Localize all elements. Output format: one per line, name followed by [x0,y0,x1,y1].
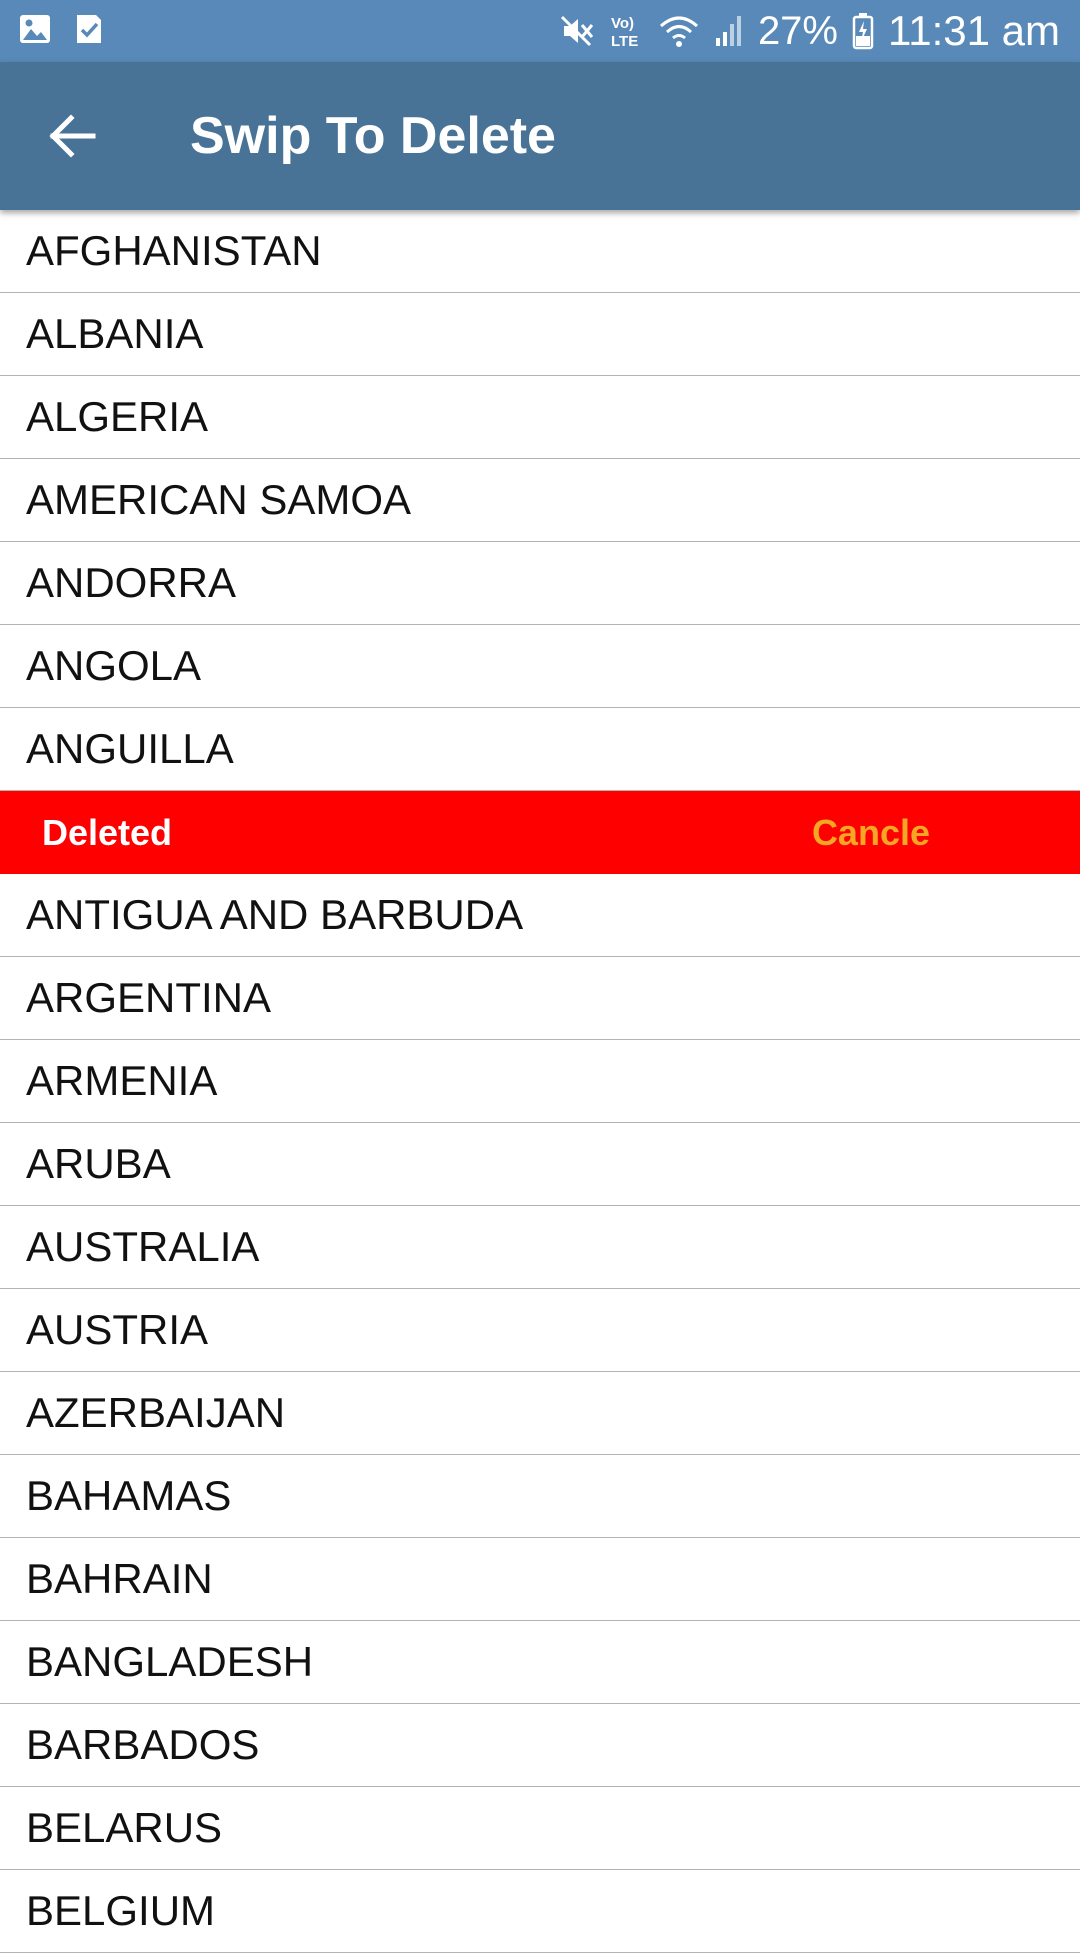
list-item[interactable]: ANTIGUA AND BARBUDA [0,874,1080,957]
battery-percent: 27% [757,8,838,53]
list-item-label: AUSTRALIA [26,1223,260,1270]
list-item-label: ALGERIA [26,393,209,440]
svg-text:Vo): Vo) [611,15,634,32]
list-item[interactable]: ARMENIA [0,1040,1080,1123]
app-bar: Swip To Delete [0,62,1080,210]
list-item-label: AZERBAIJAN [26,1389,286,1436]
list-item-label: ANTIGUA AND BARBUDA [26,891,524,938]
mute-icon [560,14,596,48]
list-item-label: ALBANIA [26,310,204,357]
list-item-label: ARMENIA [26,1057,218,1104]
list-item-label: ANGOLA [26,642,202,689]
list-item[interactable]: BANGLADESH [0,1621,1080,1704]
list-item-label: BARBADOS [26,1721,260,1768]
list-item-label: ANDORRA [26,559,237,606]
list-item[interactable]: AUSTRALIA [0,1206,1080,1289]
gallery-icon [18,12,52,46]
list-item-label: BELGIUM [26,1887,216,1934]
volte-icon: Vo) LTE [610,12,644,50]
list-item-label: ARGENTINA [26,974,272,1021]
status-right-icons: Vo) LTE 27% 11:31 am [560,0,1060,62]
list-item-label: AUSTRIA [26,1306,209,1353]
list-item[interactable]: AZERBAIJAN [0,1372,1080,1455]
battery-charging-icon [852,12,874,50]
list-item-label: AMERICAN SAMOA [26,476,412,523]
page-title: Swip To Delete [190,107,556,165]
arrow-left-icon [49,114,97,158]
list-item-label: ARUBA [26,1140,171,1187]
list-item-label: BANGLADESH [26,1638,314,1685]
cancel-button[interactable]: Cancle [812,812,930,854]
list-item[interactable]: BARBADOS [0,1704,1080,1787]
swiped-delete-row: Deleted Cancle [0,791,1080,874]
list-item-label: BELARUS [26,1804,223,1851]
clock: 11:31 am [888,7,1060,54]
back-button[interactable] [38,104,108,168]
list-item[interactable]: ARUBA [0,1123,1080,1206]
status-left-icons [18,12,104,46]
list-item-label: ANGUILLA [26,725,234,772]
list-item[interactable]: BAHAMAS [0,1455,1080,1538]
list-item[interactable]: AMERICAN SAMOA [0,459,1080,542]
signal-icon [714,14,744,48]
list-item[interactable]: ANGUILLA [0,708,1080,791]
list-item[interactable]: ALBANIA [0,293,1080,376]
list-item[interactable]: BELGIUM [0,1870,1080,1953]
wifi-icon [658,14,700,48]
list-item[interactable]: ANDORRA [0,542,1080,625]
check-notification-icon [74,12,104,46]
svg-text:LTE: LTE [611,33,638,50]
list-item[interactable]: AFGHANISTAN [0,210,1080,293]
deleted-label: Deleted [42,811,173,853]
country-list: AFGHANISTAN ALBANIA ALGERIA AMERICAN SAM… [0,210,1080,1953]
list-item[interactable]: ARGENTINA [0,957,1080,1040]
list-item[interactable]: ALGERIA [0,376,1080,459]
list-item-label: BAHAMAS [26,1472,232,1519]
list-item[interactable]: ANGOLA [0,625,1080,708]
status-bar: Vo) LTE 27% 11:31 am [0,0,1080,62]
list-item[interactable]: BELARUS [0,1787,1080,1870]
list-item[interactable]: AUSTRIA [0,1289,1080,1372]
list-item-label: BAHRAIN [26,1555,213,1602]
list-item[interactable]: BAHRAIN [0,1538,1080,1621]
list-item-label: AFGHANISTAN [26,227,322,274]
